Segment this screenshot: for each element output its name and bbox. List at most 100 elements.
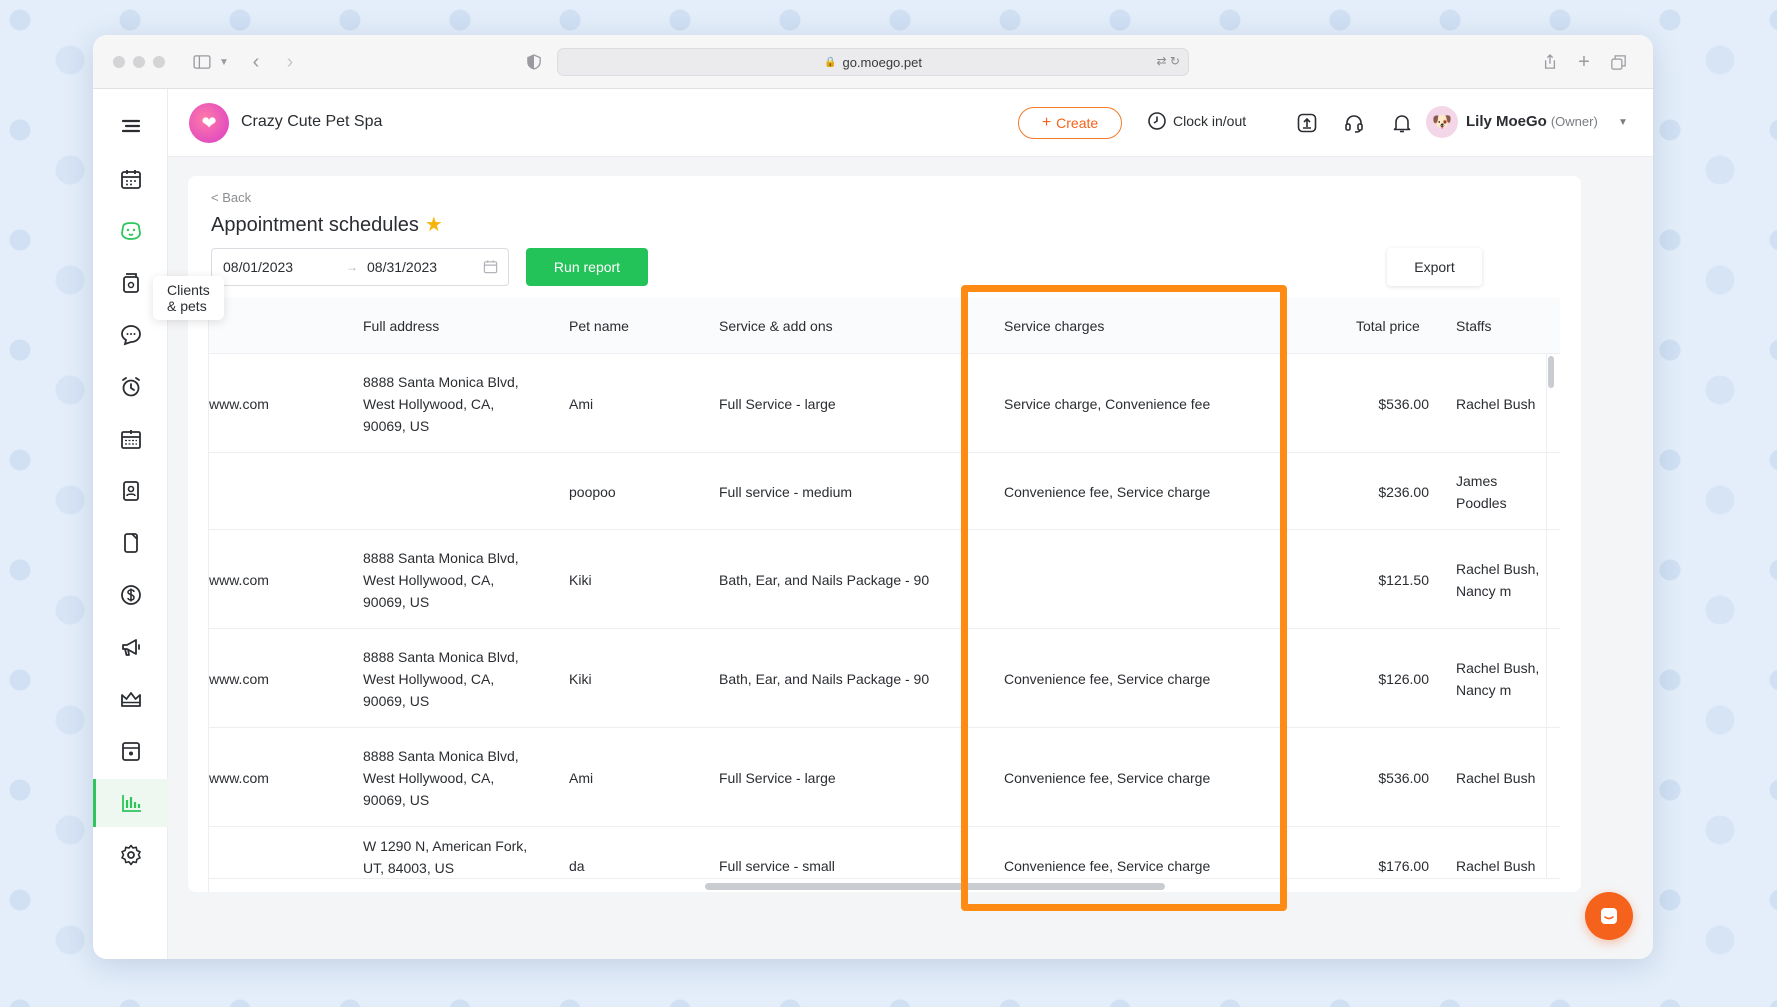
- address-line: 90069, US: [363, 692, 430, 709]
- clock-icon: [1148, 112, 1166, 130]
- table-row[interactable]: www.com 8888 Santa Monica Blvd, West Hol…: [209, 629, 1560, 728]
- clients-pets-icon[interactable]: [93, 207, 168, 255]
- shield-icon[interactable]: [521, 49, 547, 75]
- schedule-grid-icon[interactable]: [93, 415, 168, 463]
- address-line: West Hollywood, CA,: [363, 769, 495, 786]
- email-cell: www.com: [209, 670, 269, 687]
- chat-support-button[interactable]: [1585, 892, 1633, 940]
- column-header[interactable]: Pet name: [569, 315, 629, 337]
- total-cell: $236.00: [1378, 483, 1429, 500]
- id-badge-icon[interactable]: [93, 467, 168, 515]
- minimize-window-button[interactable]: [133, 56, 145, 68]
- table-row[interactable]: poopoo Full service - medium Convenience…: [209, 453, 1560, 530]
- crown-icon[interactable]: [93, 675, 168, 723]
- column-header[interactable]: Total price: [1356, 315, 1420, 337]
- page-title: Appointment schedules ★: [211, 212, 443, 237]
- new-tab-icon[interactable]: +: [1571, 49, 1597, 75]
- email-cell: www.com: [209, 571, 269, 588]
- upload-icon[interactable]: [1295, 111, 1319, 135]
- url-bar[interactable]: 🔒 go.moego.pet ⇄ ↻: [557, 48, 1189, 76]
- report-table: Full address Pet name Service & add ons …: [208, 298, 1560, 892]
- arrow-right-icon: →: [346, 260, 358, 274]
- address-line: 90069, US: [363, 593, 430, 610]
- table-header: Full address Pet name Service & add ons …: [209, 298, 1560, 354]
- email-cell: www.com: [209, 395, 269, 412]
- business-name[interactable]: Crazy Cute Pet Spa: [241, 113, 382, 131]
- staff-name: Rachel Bush,: [1456, 560, 1540, 577]
- tab-overview-icon[interactable]: [1605, 49, 1631, 75]
- dollar-icon[interactable]: [93, 571, 168, 619]
- column-header[interactable]: Staffs: [1456, 315, 1492, 337]
- date-range-picker[interactable]: 08/01/2023 → 08/31/2023: [211, 248, 509, 286]
- share-icon[interactable]: [1537, 49, 1563, 75]
- alarm-clock-icon[interactable]: [93, 363, 168, 411]
- booking-icon[interactable]: [93, 727, 168, 775]
- url-text: go.moego.pet: [842, 54, 922, 70]
- app-header: ❤ Crazy Cute Pet Spa + Create Clock in/o…: [168, 89, 1653, 157]
- address-line: 90069, US: [363, 791, 430, 808]
- star-icon[interactable]: ★: [425, 214, 443, 236]
- avatar[interactable]: 🐶: [1426, 106, 1458, 138]
- calendar-icon[interactable]: [93, 155, 168, 203]
- plus-icon: +: [1041, 114, 1052, 131]
- service-cell: Bath, Ear, and Nails Package - 90: [719, 670, 930, 687]
- pet-cell: Ami: [569, 395, 594, 412]
- column-header[interactable]: Service charges: [1004, 315, 1104, 337]
- service-cell: Full Service - large: [719, 395, 836, 412]
- date-start[interactable]: 08/01/2023: [223, 259, 293, 275]
- address-cell: W 1290 N, American Fork, UT, 84003, US: [363, 835, 527, 879]
- clock-in-out-button[interactable]: Clock in/out: [1147, 111, 1246, 131]
- browser-toolbar: ▼ ‹ › 🔒 go.moego.pet ⇄ ↻ +: [93, 35, 1653, 89]
- megaphone-icon[interactable]: [93, 623, 168, 671]
- table-row[interactable]: www.com 8888 Santa Monica Blvd, West Hol…: [209, 530, 1560, 629]
- table-row[interactable]: www.com 8888 Santa Monica Blvd, West Hol…: [209, 354, 1560, 453]
- headset-icon[interactable]: [1342, 111, 1366, 135]
- pet-cell: Kiki: [569, 571, 592, 588]
- mobile-device-icon[interactable]: [93, 519, 168, 567]
- reports-chart-icon[interactable]: [93, 779, 168, 827]
- service-cell: Bath, Ear, and Nails Package - 90: [719, 571, 930, 588]
- staff-name: Rachel Bush: [1456, 769, 1536, 786]
- staff-cell: James Poodles: [1456, 453, 1507, 530]
- caret-down-icon[interactable]: ▼: [1618, 117, 1628, 128]
- pet-cell: Ami: [569, 769, 594, 786]
- address-line: 8888 Santa Monica Blvd,: [363, 648, 519, 665]
- export-button[interactable]: Export: [1387, 248, 1482, 286]
- business-logo[interactable]: ❤: [189, 103, 229, 143]
- chat-icon: [1601, 908, 1617, 924]
- column-header[interactable]: Full address: [363, 315, 439, 337]
- lock-icon: 🔒: [824, 56, 837, 68]
- horizontal-scrollbar[interactable]: [705, 883, 1165, 890]
- menu-icon[interactable]: [93, 102, 168, 150]
- app-sidebar: Clients & pets: [93, 89, 224, 959]
- chevron-down-icon[interactable]: ▼: [211, 49, 237, 75]
- back-link[interactable]: < Back: [211, 190, 251, 205]
- date-end[interactable]: 08/31/2023: [367, 259, 437, 275]
- back-arrow-icon[interactable]: ‹: [243, 49, 269, 75]
- staff-name: James: [1456, 472, 1498, 489]
- total-cell: $126.00: [1378, 670, 1429, 687]
- total-cell: $536.00: [1378, 769, 1429, 786]
- bell-icon[interactable]: [1390, 111, 1414, 135]
- horizontal-scrollbar-track[interactable]: [209, 878, 1560, 892]
- column-header[interactable]: Service & add ons: [719, 315, 833, 337]
- table-row[interactable]: www.com 8888 Santa Monica Blvd, West Hol…: [209, 728, 1560, 827]
- user-role: (Owner): [1550, 114, 1598, 129]
- email-cell: www.com: [209, 769, 269, 786]
- service-cell: Full Service - large: [719, 769, 836, 786]
- create-label: Create: [1056, 115, 1099, 131]
- close-window-button[interactable]: [113, 56, 125, 68]
- run-report-button[interactable]: Run report: [526, 248, 648, 286]
- user-menu[interactable]: Lily MoeGo (Owner): [1466, 113, 1598, 130]
- forward-arrow-icon[interactable]: ›: [277, 49, 303, 75]
- settings-gear-icon[interactable]: [93, 831, 168, 879]
- charges-cell: Convenience fee, Service charge: [1004, 670, 1211, 687]
- vertical-scrollbar-track[interactable]: [1546, 354, 1560, 892]
- vertical-scrollbar[interactable]: [1548, 356, 1554, 388]
- charges-cell: Convenience fee, Service charge: [1004, 483, 1211, 500]
- translate-reload-icons[interactable]: ⇄ ↻: [1157, 54, 1180, 68]
- zoom-window-button[interactable]: [153, 56, 165, 68]
- calendar-small-icon: [483, 260, 498, 274]
- create-button[interactable]: + Create: [1018, 107, 1122, 139]
- address-line: West Hollywood, CA,: [363, 670, 495, 687]
